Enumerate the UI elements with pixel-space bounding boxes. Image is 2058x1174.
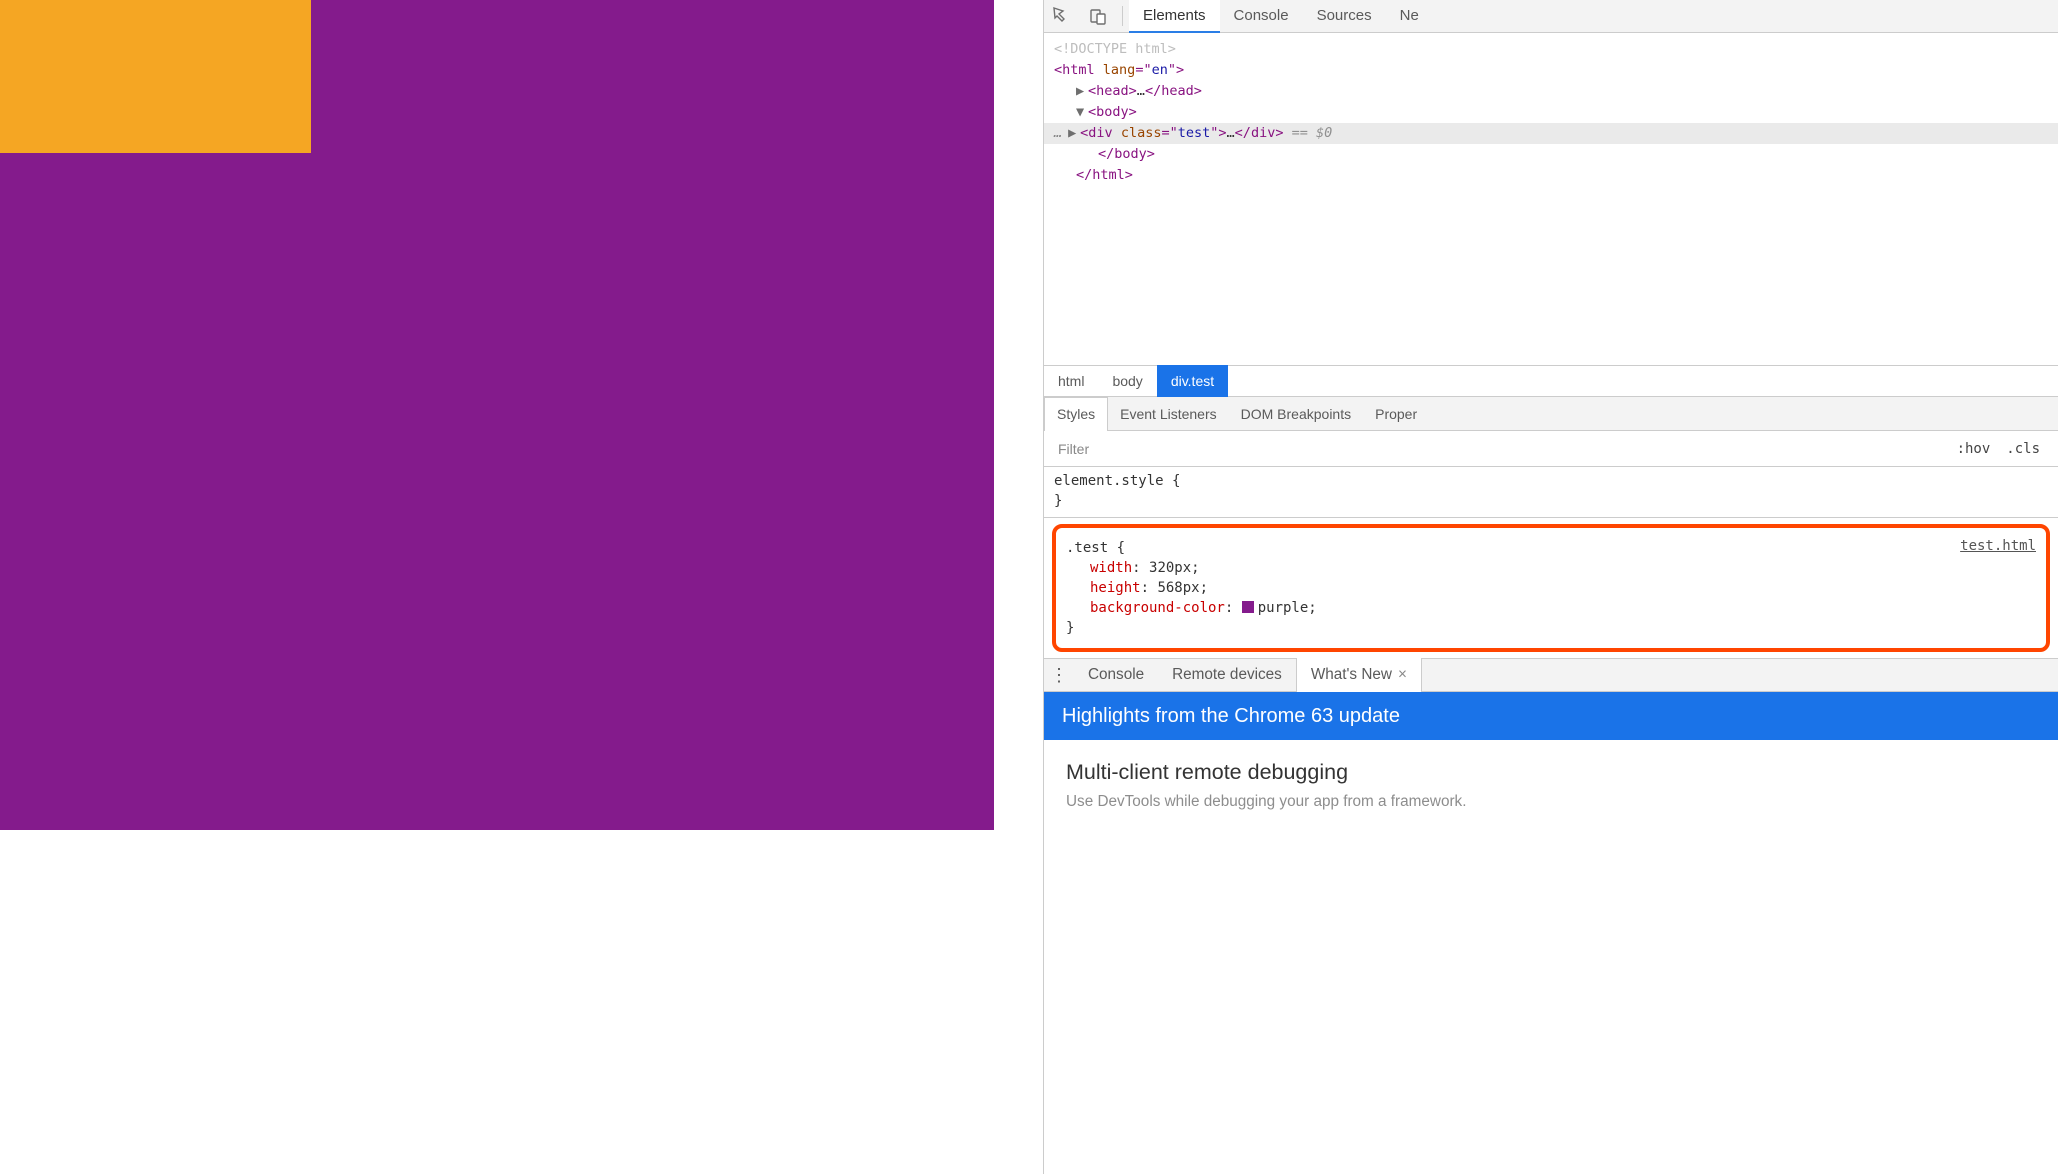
hov-toggle[interactable]: :hov	[1949, 441, 1999, 457]
tab-console[interactable]: Console	[1220, 0, 1303, 33]
rule-source-link[interactable]: test.html	[1960, 536, 2036, 556]
tab-elements[interactable]: Elements	[1129, 0, 1220, 33]
whats-new-heading: Multi-client remote debugging	[1066, 760, 2040, 785]
dom-line[interactable]: </body>	[1054, 144, 2058, 165]
dom-tree[interactable]: <!DOCTYPE html> <html lang="en"> ▶<head>…	[1044, 33, 2058, 365]
styles-pane: element.style { } test.html .test { widt…	[1044, 467, 2058, 658]
subtab-dom-breakpoints[interactable]: DOM Breakpoints	[1229, 397, 1363, 431]
devtools-top-tabs: Elements Console Sources Ne	[1044, 0, 2058, 33]
caret-down-icon[interactable]: ▼	[1076, 102, 1088, 123]
whats-new-banner: Highlights from the Chrome 63 update	[1044, 692, 2058, 740]
tab-separator	[1122, 6, 1123, 26]
drawer-tabs: ⋮ Console Remote devices What's New×	[1044, 658, 2058, 692]
caret-right-icon[interactable]: ▶	[1068, 123, 1080, 144]
dom-line[interactable]: ▶<head>…</head>	[1054, 81, 2058, 102]
breadcrumb-item[interactable]: div.test	[1157, 365, 1228, 397]
styles-filter-row: Filter :hov .cls	[1044, 431, 2058, 467]
styles-subtabs: Styles Event Listeners DOM Breakpoints P…	[1044, 397, 2058, 431]
dom-line[interactable]: ▼<body>	[1054, 102, 2058, 123]
css-property[interactable]: background-color: purple;	[1066, 598, 2036, 618]
rule-close: }	[1054, 491, 2058, 511]
inspect-element-icon[interactable]	[1044, 0, 1080, 33]
toggle-device-icon[interactable]	[1080, 0, 1116, 33]
overflow-ellipsis-icon: …	[1054, 125, 1062, 141]
css-property[interactable]: width: 320px;	[1066, 558, 2036, 578]
drawer-tab-console[interactable]: Console	[1074, 658, 1158, 692]
dom-line-selected[interactable]: …▶<div class="test">…</div> == $0	[1044, 123, 2058, 144]
rule-test-highlighted[interactable]: test.html .test { width: 320px; height: …	[1052, 524, 2050, 652]
rule-selector[interactable]: .test {	[1066, 538, 2036, 558]
breadcrumb: html body div.test	[1044, 365, 2058, 397]
css-property[interactable]: height: 568px;	[1066, 578, 2036, 598]
filter-input[interactable]: Filter	[1054, 441, 1089, 457]
tab-sources[interactable]: Sources	[1303, 0, 1386, 33]
drawer-menu-icon[interactable]: ⋮	[1044, 665, 1074, 686]
drawer-tab-whats-new[interactable]: What's New×	[1296, 658, 1422, 692]
cls-toggle[interactable]: .cls	[1998, 441, 2048, 457]
breadcrumb-item[interactable]: html	[1044, 365, 1098, 397]
orange-block	[0, 0, 311, 153]
dom-line[interactable]: <html lang="en">	[1054, 60, 2058, 81]
devtools-panel: Elements Console Sources Ne <!DOCTYPE ht…	[1043, 0, 2058, 1174]
close-icon[interactable]: ×	[1398, 666, 1407, 684]
whats-new-content: Multi-client remote debugging Use DevToo…	[1044, 740, 2058, 813]
color-swatch-icon[interactable]	[1242, 601, 1254, 613]
tab-network[interactable]: Ne	[1386, 0, 1433, 33]
breadcrumb-item[interactable]: body	[1098, 365, 1156, 397]
subtab-event-listeners[interactable]: Event Listeners	[1108, 397, 1229, 431]
dom-line[interactable]: </html>	[1054, 165, 2058, 186]
rule-element-style[interactable]: element.style { }	[1044, 467, 2058, 518]
whats-new-body: Use DevTools while debugging your app fr…	[1066, 791, 2040, 813]
subtab-properties[interactable]: Proper	[1363, 397, 1429, 431]
rule-close: }	[1066, 618, 2036, 638]
rule-selector[interactable]: element.style {	[1054, 471, 2058, 491]
dom-line[interactable]: <!DOCTYPE html>	[1054, 39, 2058, 60]
subtab-styles[interactable]: Styles	[1044, 397, 1108, 431]
caret-right-icon[interactable]: ▶	[1076, 81, 1088, 102]
drawer-tab-remote-devices[interactable]: Remote devices	[1158, 658, 1296, 692]
page-viewport	[0, 0, 1043, 1174]
